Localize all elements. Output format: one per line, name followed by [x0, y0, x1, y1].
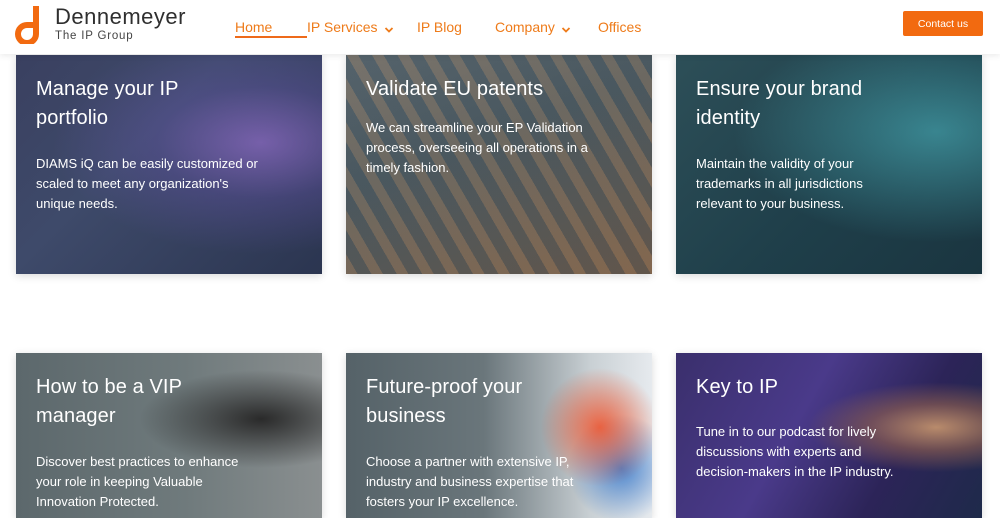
card-title: Future-proof your business: [366, 376, 523, 427]
nav-item-home[interactable]: Home: [225, 0, 307, 54]
card-description: Discover best practices to enhance your r…: [36, 454, 239, 509]
card-title: Key to IP: [696, 376, 779, 398]
nav-item-ip-blog[interactable]: IP Blog: [417, 0, 495, 54]
card-title: How to be a VIP manager: [36, 376, 183, 427]
card-title: Manage your IP portfolio: [36, 78, 179, 129]
nav-item-label: Offices: [598, 19, 642, 35]
card-ensure-brand-identity[interactable]: Ensure your brand identity Maintain the v…: [676, 55, 982, 274]
nav-item-label: Company: [495, 19, 555, 35]
nav-item-label: Home: [235, 19, 273, 35]
dennemeyer-logo-icon: [13, 4, 47, 46]
nav-item-company[interactable]: Company: [495, 0, 598, 54]
card-description: Choose a partner with extensive IP, indus…: [366, 454, 574, 509]
card-validate-eu-patents[interactable]: Validate EU patents We can streamline yo…: [346, 55, 652, 274]
nav-item-label: IP Blog: [417, 19, 462, 35]
card-description: Maintain the validity of your trademarks …: [696, 156, 863, 211]
logo[interactable]: Dennemeyer The IP Group: [13, 3, 203, 46]
card-title: Validate EU patents: [366, 78, 544, 100]
contact-us-button[interactable]: Contact us: [903, 11, 983, 36]
main-nav: Home IP Services IP Blog Company Offices: [225, 0, 641, 54]
card-title: Ensure your brand identity: [696, 78, 863, 129]
card-description: DIAMS iQ can be easily customized or scal…: [36, 156, 258, 211]
site-header: Dennemeyer The IP Group Home IP Services…: [0, 0, 1000, 54]
nav-item-ip-services[interactable]: IP Services: [307, 0, 417, 54]
brand-tagline: The IP Group: [55, 30, 134, 42]
card-manage-ip-portfolio[interactable]: Manage your IP portfolio DIAMS iQ can be …: [16, 55, 322, 274]
card-future-proof-business[interactable]: Future-proof your business Choose a partn…: [346, 353, 652, 518]
card-key-to-ip[interactable]: Key to IP Tune in to our podcast for liv…: [676, 353, 982, 518]
chevron-down-icon: [384, 22, 394, 33]
chevron-down-icon: [561, 22, 571, 33]
card-description: Tune in to our podcast for lively discuss…: [696, 424, 894, 479]
brand-name: Dennemeyer: [55, 4, 186, 29]
nav-item-offices[interactable]: Offices: [598, 0, 641, 54]
card-description: We can streamline your EP Validation proc…: [366, 120, 588, 175]
nav-item-label: IP Services: [307, 19, 378, 35]
card-vip-manager[interactable]: How to be a VIP manager Discover best pra…: [16, 353, 322, 518]
